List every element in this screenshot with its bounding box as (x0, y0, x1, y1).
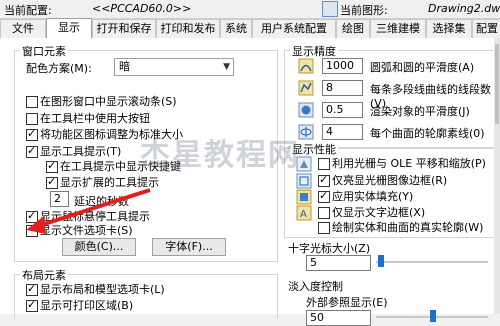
scrollbar-thumb[interactable] (495, 44, 499, 124)
annotation-arrow (26, 188, 151, 234)
